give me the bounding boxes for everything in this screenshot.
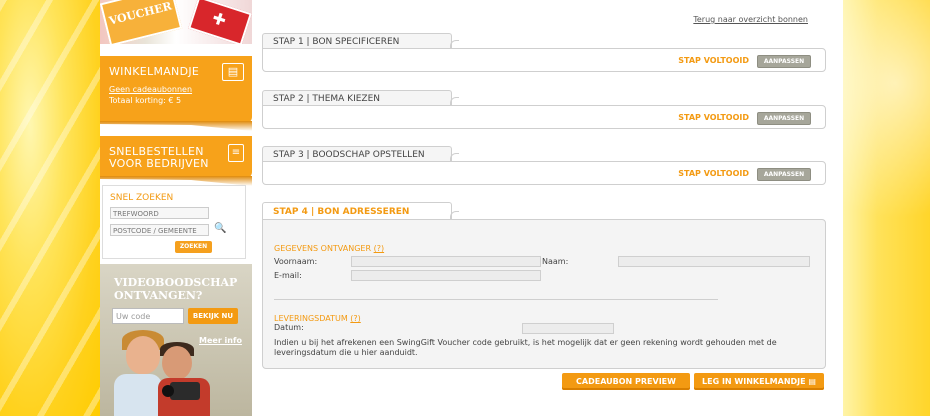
quick-search-box: SNEL ZOEKEN TREFWOORD POSTCODE / GEMEENT…	[102, 185, 246, 259]
step-1-box: STAP VOLTOOID AANPASSEN	[262, 48, 826, 72]
voucher-card-image: VOUCHER	[100, 0, 183, 44]
video-code-input[interactable]: Uw code	[112, 308, 184, 324]
video-message-panel: VIDEOBOODSCHAP ONTVANGEN? Uw code BEKIJK…	[100, 264, 252, 416]
step-4-form: GEGEVENS ONTVANGER (?) Voornaam: Naam: E…	[262, 219, 826, 369]
delivery-help-link[interactable]: (?)	[350, 314, 361, 323]
recipient-help-link[interactable]: (?)	[374, 244, 385, 253]
step-3-edit-button[interactable]: AANPASSEN	[757, 168, 811, 181]
email-label: E-mail:	[274, 271, 302, 280]
empty-cart-link[interactable]: Geen cadeaubonnen	[109, 85, 192, 94]
gift-card-image	[188, 0, 252, 44]
more-info-link[interactable]: Meer info	[199, 336, 242, 345]
search-icon[interactable]: 🔍	[214, 223, 226, 234]
main-content: Terug naar overzicht bonnen STAP 1 | BON…	[262, 0, 828, 416]
section-divider	[274, 299, 718, 300]
first-name-input[interactable]	[351, 256, 541, 267]
date-label: Datum:	[274, 323, 304, 332]
step-3-status: STAP VOLTOOID	[678, 169, 749, 178]
right-background-decoration	[843, 0, 930, 416]
delivery-section-title: LEVERINGSDATUM (?)	[274, 314, 361, 323]
watch-now-button[interactable]: BEKIJK NU	[188, 308, 238, 324]
preview-voucher-button[interactable]: CADEAUBON PREVIEW	[562, 373, 690, 390]
tab-step-1: STAP 1 | BON SPECIFICEREN	[262, 33, 459, 49]
email-input[interactable]	[351, 270, 541, 281]
step-2-edit-button[interactable]: AANPASSEN	[757, 112, 811, 125]
snelbestellen-panel[interactable]: SNELBESTELLEN VOOR BEDRIJVEN ≡	[100, 136, 252, 186]
winkelmandje-panel: WINKELMANDJE ▤ Geen cadeaubonnen Totaal …	[100, 56, 252, 131]
delivery-info-text: Indien u bij het afrekenen een SwingGift…	[274, 338, 777, 357]
back-to-overview-link[interactable]: Terug naar overzicht bonnen	[693, 15, 808, 24]
total-discount: Totaal korting: € 5	[109, 96, 182, 105]
sidebar: VOUCHER WINKELMANDJE ▤ Geen cadeaubonnen…	[100, 0, 252, 416]
step-1-status: STAP VOLTOOID	[678, 56, 749, 65]
add-to-cart-button[interactable]: LEG IN WINKELMANDJE ▤	[694, 373, 824, 390]
step-2-box: STAP VOLTOOID AANPASSEN	[262, 105, 826, 129]
delivery-title-text: LEVERINGSDATUM	[274, 314, 348, 323]
recipient-title-text: GEGEVENS ONTVANGER	[274, 244, 372, 253]
left-background-decoration	[0, 0, 100, 416]
voucher-banner-image: VOUCHER	[100, 0, 252, 44]
recipient-section-title: GEGEVENS ONTVANGER (?)	[274, 244, 384, 253]
video-message-title: VIDEOBOODSCHAP ONTVANGEN?	[114, 276, 238, 302]
cart-icon[interactable]: ▤	[222, 63, 244, 81]
snelbestellen-title: SNELBESTELLEN VOOR BEDRIJVEN	[109, 145, 209, 170]
last-name-label: Naam:	[542, 257, 569, 266]
first-name-label: Voornaam:	[274, 257, 318, 266]
winkelmandje-title: WINKELMANDJE	[109, 65, 200, 78]
tab-step-4: STAP 4 | BON ADRESSEREN	[262, 202, 459, 220]
family-with-camera-image	[114, 330, 210, 416]
panel-tail-decoration	[100, 121, 252, 131]
date-input[interactable]	[522, 323, 614, 334]
tab-step-2: STAP 2 | THEMA KIEZEN	[262, 90, 459, 106]
last-name-input[interactable]	[618, 256, 810, 267]
cart-icon: ▤	[808, 377, 816, 386]
tab-step-3: STAP 3 | BOODSCHAP OPSTELLEN	[262, 146, 459, 162]
add-to-cart-label: LEG IN WINKELMANDJE	[702, 377, 806, 386]
postcode-input[interactable]: POSTCODE / GEMEENTE	[110, 224, 209, 236]
keyword-input[interactable]: TREFWOORD	[110, 207, 209, 219]
step-2-status: STAP VOLTOOID	[678, 113, 749, 122]
step-1-edit-button[interactable]: AANPASSEN	[757, 55, 811, 68]
list-icon: ≡	[228, 144, 244, 162]
search-button[interactable]: ZOEKEN	[175, 241, 212, 253]
step-3-box: STAP VOLTOOID AANPASSEN	[262, 161, 826, 185]
quick-search-title: SNEL ZOEKEN	[110, 193, 174, 203]
